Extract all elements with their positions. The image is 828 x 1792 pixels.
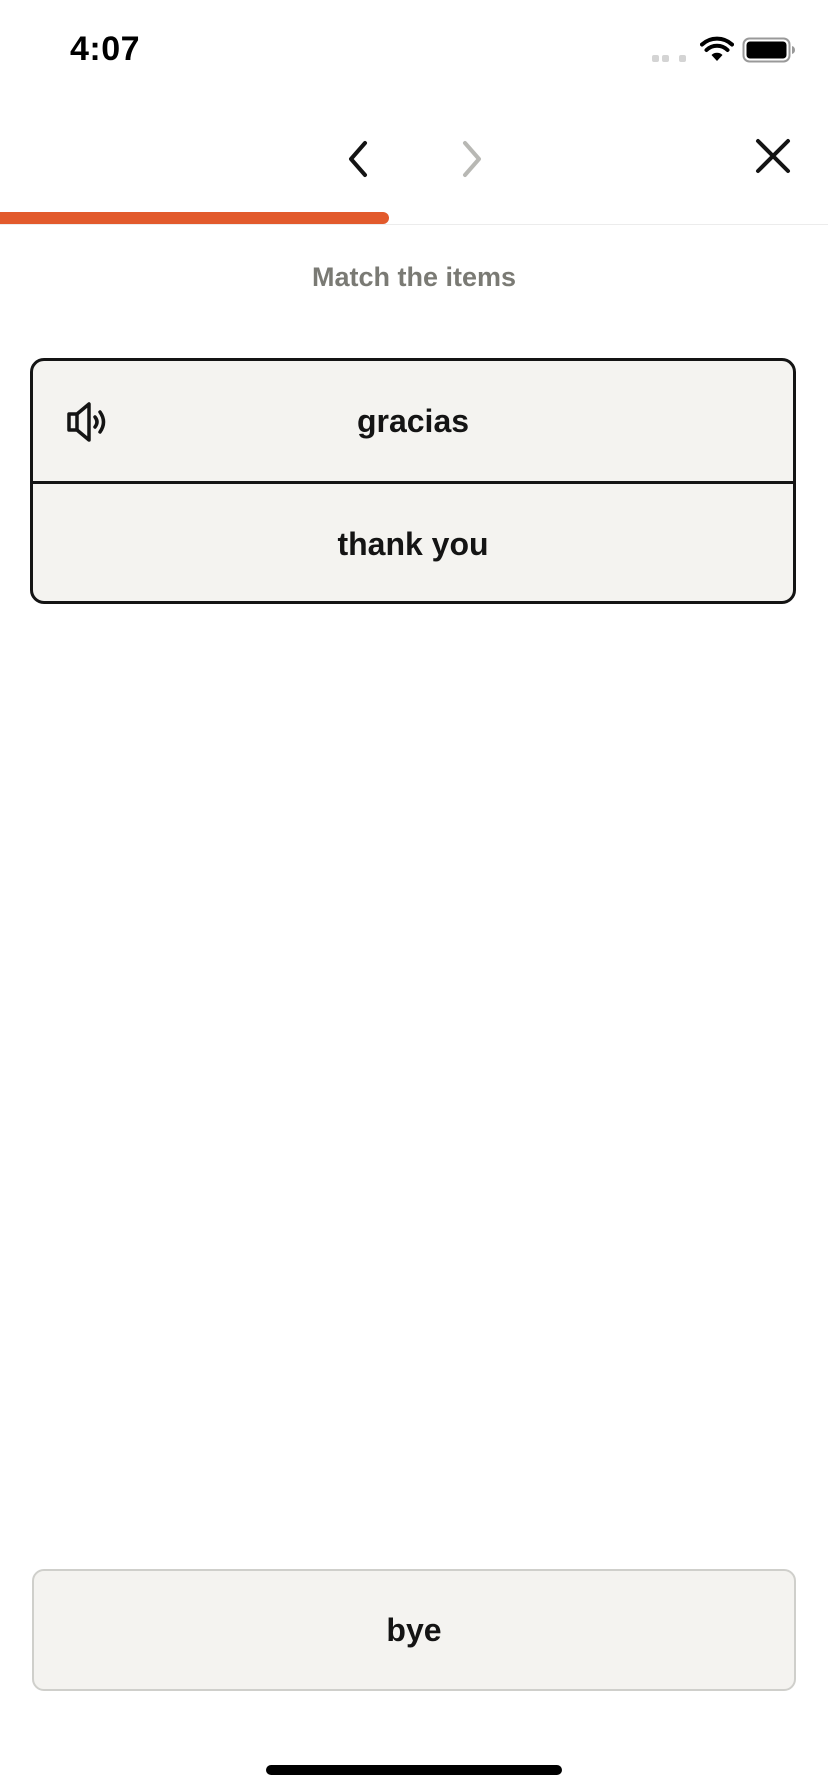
signal-icon [652,52,692,62]
progress-bar [0,212,828,224]
battery-icon [742,37,795,63]
next-button[interactable] [440,127,504,191]
prompt-row: gracias [33,361,793,481]
chevron-right-icon [463,141,481,177]
progress-fill [0,212,390,224]
answer-option-label: bye [386,1611,442,1648]
home-indicator [266,1765,562,1775]
header-divider [0,224,828,225]
matched-row: thank you [33,481,793,601]
speaker-icon[interactable] [65,401,113,443]
answer-option[interactable]: bye [32,1569,796,1691]
close-button[interactable] [741,124,805,188]
match-card: gracias thank you [30,358,796,604]
wifi-icon [700,36,734,61]
close-icon [756,139,790,173]
prev-button[interactable] [326,127,390,191]
instruction-text: Match the items [311,262,517,292]
chevron-left-icon [349,141,367,177]
matched-word: thank you [337,525,489,562]
status-time: 4:07 [70,30,141,68]
prompt-word: gracias [356,402,470,439]
status-bar: 4:07 [0,0,828,100]
